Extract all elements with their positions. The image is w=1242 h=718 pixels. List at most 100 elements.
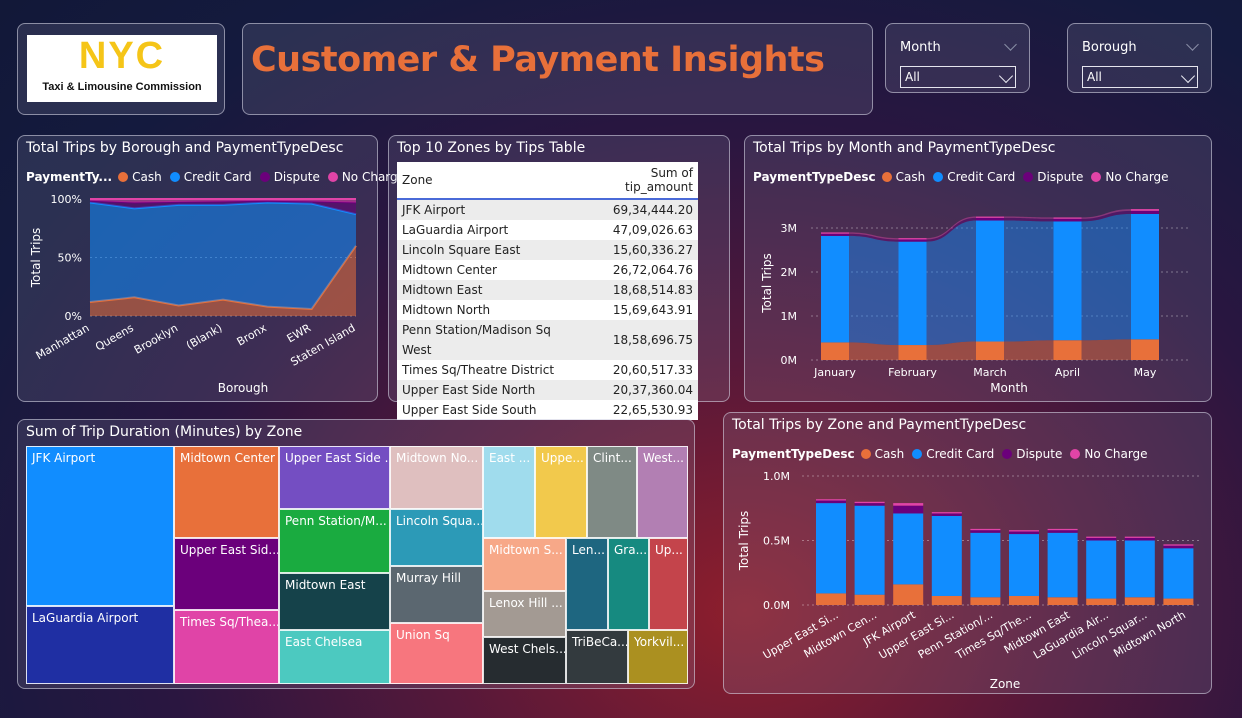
tip-amount-cell: 18,68,514.83 — [578, 280, 698, 300]
treemap-cell[interactable]: Murray Hill — [390, 566, 483, 623]
table-row[interactable]: Upper East Side South 22,65,530.93 — [397, 400, 698, 420]
treemap-panel[interactable]: Sum of Trip Duration (Minutes) by Zone J… — [17, 419, 695, 689]
chevron-down-icon — [1180, 68, 1196, 84]
bar-segment-no-charge — [893, 503, 924, 506]
y-tick-label: 0% — [65, 310, 82, 323]
borough-area-chart[interactable]: 0% 50% 100% Manhattan QueensBrooklyn (Blank) B… — [18, 136, 379, 403]
bar-segment-credit-card — [854, 505, 885, 595]
treemap-cell[interactable]: TriBeCa... — [566, 630, 628, 684]
treemap-cell[interactable]: Clint... — [587, 446, 637, 538]
month-slicer[interactable]: Month All — [885, 23, 1030, 93]
x-tick-label: EWR — [285, 321, 314, 345]
zone-cell: Upper East Side North — [397, 380, 579, 400]
treemap-cell[interactable]: Yorkvil... — [628, 630, 688, 684]
treemap-cell[interactable]: Up... — [649, 538, 688, 630]
treemap-cell[interactable]: Upper East Side ... — [279, 446, 390, 509]
column-header-zone[interactable]: Zone — [397, 162, 579, 200]
bar-segment-no-charge — [1163, 544, 1194, 546]
tip-amount-cell: 22,65,530.93 — [578, 400, 698, 420]
treemap-cell[interactable]: East Chelsea — [279, 630, 390, 684]
month-ribbon-chart-panel[interactable]: Total Trips by Month and PaymentTypeDesc… — [744, 135, 1212, 402]
table-row[interactable]: Times Sq/Theatre District 20,60,517.33 — [397, 360, 698, 380]
treemap-cell[interactable]: Union Sq — [390, 623, 483, 684]
treemap-cell-label: Murray Hill — [396, 571, 461, 585]
treemap-cell[interactable]: JFK Airport — [26, 446, 174, 606]
zone-cell: Times Sq/Theatre District — [397, 360, 579, 380]
table-row[interactable]: Midtown North 15,69,643.91 — [397, 300, 698, 320]
bar-segment-no-charge — [1047, 528, 1078, 531]
title-panel: Customer & Payment Insights — [242, 23, 873, 115]
borough-slicer[interactable]: Borough All — [1067, 23, 1212, 93]
y-tick-label: 2M — [781, 266, 798, 279]
y-tick-label: 100% — [51, 193, 82, 206]
treemap-cell-label: Upper East Sid... — [180, 543, 279, 557]
bar-segment-dispute — [976, 217, 1004, 221]
borough-dropdown[interactable]: All — [1082, 66, 1198, 88]
bar-segment-no-charge — [816, 499, 846, 501]
treemap-cell-label: Yorkvil... — [634, 635, 685, 649]
table-row[interactable]: Penn Station/Madison Sq West 18,58,696.75 — [397, 320, 698, 360]
treemap-cell-label: LaGuardia Airport — [32, 611, 139, 625]
ribbon-credit-card — [1081, 213, 1131, 341]
treemap-cell[interactable]: Lincoln Squa... — [390, 509, 483, 566]
treemap-cell-label: Midtown S... — [489, 543, 563, 557]
treemap-cell[interactable]: West... — [637, 446, 688, 538]
tips-table-panel[interactable]: Top 10 Zones by Tips Table Zone Sum of t… — [388, 135, 730, 420]
treemap-cell[interactable]: West Chels... — [483, 637, 566, 684]
treemap-cell-label: Gra... — [614, 543, 648, 557]
treemap-cell-label: Times Sq/Thea... — [180, 615, 279, 629]
treemap-cell[interactable]: LaGuardia Airport — [26, 606, 174, 684]
y-tick-label: 1.0M — [763, 470, 790, 483]
treemap-cell[interactable]: Times Sq/Thea... — [174, 610, 279, 684]
bar-segment-credit-card — [1053, 221, 1082, 341]
ribbon-cash — [1081, 339, 1131, 360]
column-header-tip-amount[interactable]: Sum of tip_amount — [578, 162, 698, 200]
treemap-cell-label: Union Sq — [396, 628, 450, 642]
bar-segment-cash — [821, 342, 849, 360]
bar-segment-credit-card — [816, 503, 846, 594]
table-row[interactable]: Midtown East 18,68,514.83 — [397, 280, 698, 300]
table-row[interactable]: LaGuardia Airport 47,09,026.63 — [397, 220, 698, 240]
treemap-cell[interactable]: Len... — [566, 538, 608, 630]
x-axis-title: Borough — [218, 381, 268, 395]
table-row[interactable]: Midtown Center 26,72,064.76 — [397, 260, 698, 280]
bar-segment-no-charge — [1086, 536, 1117, 538]
bar-segment-cash — [816, 593, 846, 605]
treemap-cell[interactable]: Gra... — [608, 538, 649, 630]
bar-segment-no-charge — [1053, 217, 1082, 219]
treemap-cell[interactable]: Midtown East — [279, 573, 390, 630]
table-row[interactable]: Upper East Side North 20,37,360.04 — [397, 380, 698, 400]
month-slicer-collapse-icon[interactable] — [1004, 38, 1017, 51]
tips-table[interactable]: Zone Sum of tip_amount JFK Airport 69,34,… — [397, 162, 698, 420]
zone-bar-chart[interactable]: 0.0M0.5M1.0MUpper East Si...Midtown Cen.… — [724, 413, 1213, 695]
bar-segment-dispute — [898, 239, 927, 242]
zone-cell: Lincoln Square East — [397, 240, 579, 260]
treemap-cell[interactable]: Upper East Sid... — [174, 538, 279, 610]
treemap-cell[interactable]: Midtown S... — [483, 538, 566, 591]
bar-segment-credit-card — [970, 532, 1001, 598]
x-tick-label: Bronx — [235, 321, 270, 349]
treemap-cell[interactable]: Midtown No... — [390, 446, 483, 509]
bar-segment-cash — [1163, 598, 1194, 605]
trip-duration-treemap[interactable]: JFK Airport LaGuardia Airport Midtown Cent… — [26, 446, 688, 684]
logo-nyc-text: NYC — [78, 35, 166, 77]
zone-bar-chart-panel[interactable]: Total Trips by Zone and PaymentTypeDesc … — [723, 412, 1212, 694]
ribbon-cash — [849, 342, 899, 360]
table-row[interactable]: Lincoln Square East 15,60,336.27 — [397, 240, 698, 260]
bar-segment-cash — [970, 597, 1001, 605]
borough-slicer-collapse-icon[interactable] — [1186, 38, 1199, 51]
zone-cell: LaGuardia Airport — [397, 220, 579, 240]
treemap-cell[interactable]: Midtown Center — [174, 446, 279, 538]
tip-amount-cell: 15,69,643.91 — [578, 300, 698, 320]
treemap-cell[interactable]: Lenox Hill ... — [483, 591, 566, 637]
treemap-cell[interactable]: Penn Station/M... — [279, 509, 390, 573]
month-dropdown[interactable]: All — [900, 66, 1016, 88]
treemap-cell[interactable]: East ... — [483, 446, 535, 538]
treemap-cell[interactable]: Uppe... — [535, 446, 587, 538]
month-ribbon-chart[interactable]: 0M 1M 2M 3M January February March April May Mont… — [745, 136, 1213, 403]
bar-segment-cash — [1009, 595, 1039, 605]
bar-segment-cash — [898, 345, 927, 360]
borough-area-chart-panel[interactable]: Total Trips by Borough and PaymentTypeDe… — [17, 135, 405, 403]
table-row[interactable]: JFK Airport 69,34,444.20 — [397, 199, 698, 220]
bar-segment-dispute — [816, 500, 846, 504]
